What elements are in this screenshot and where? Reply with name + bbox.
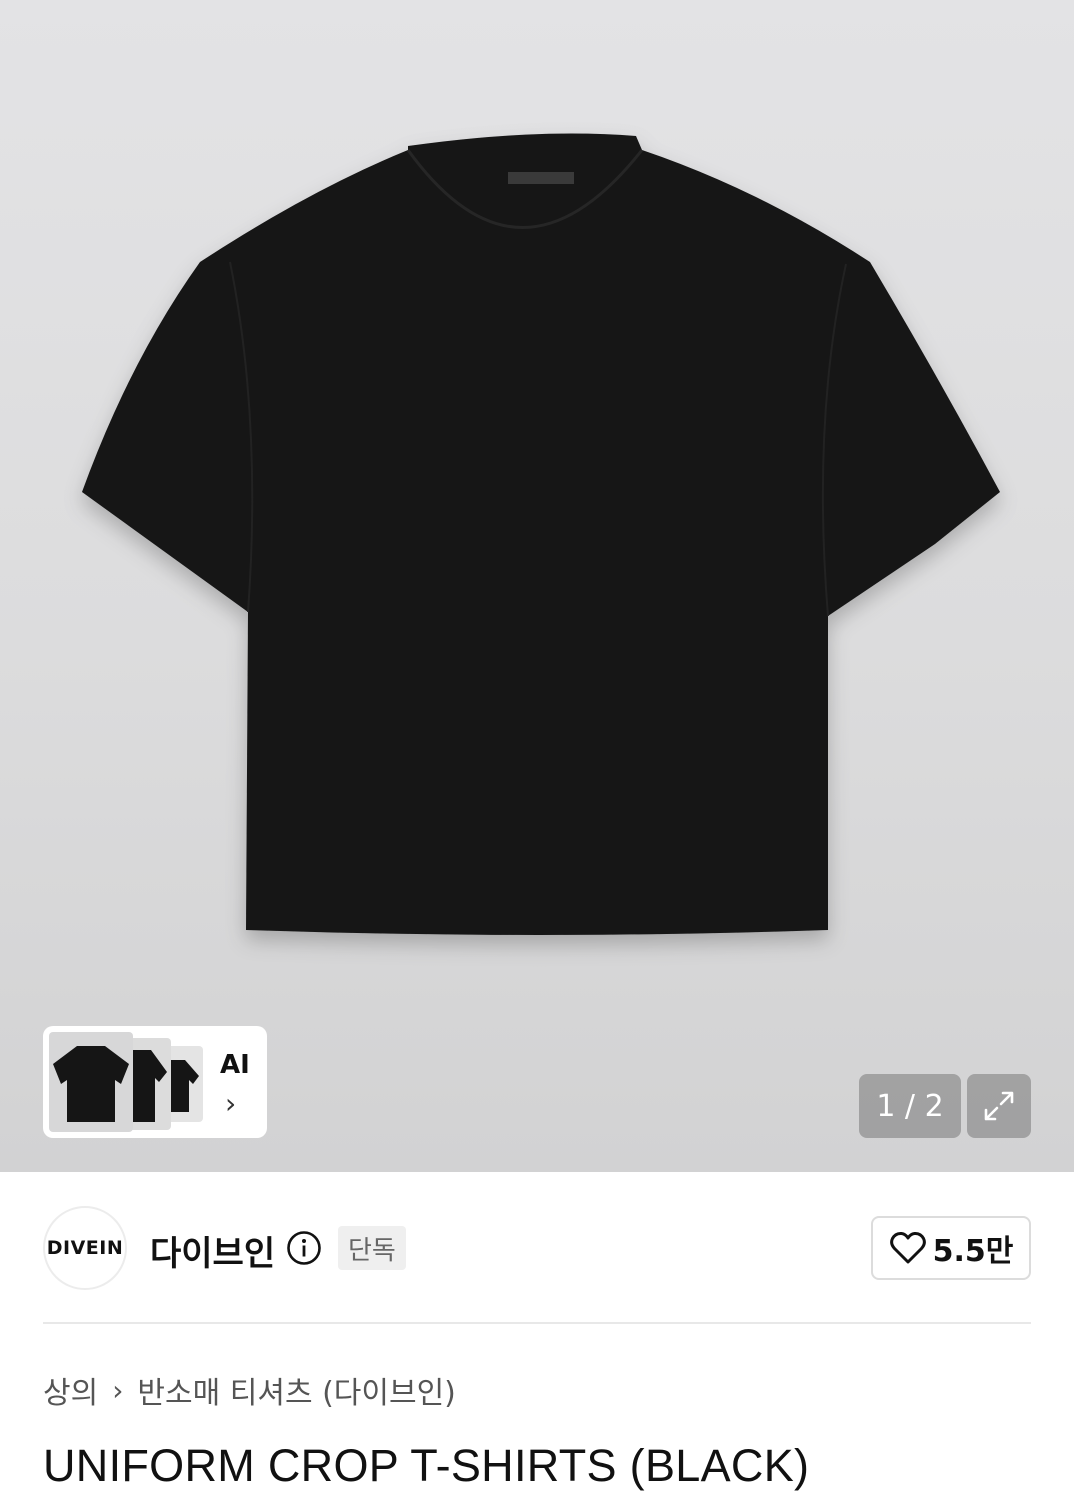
breadcrumb-item-subcategory[interactable]: 반소매 티셔츠 (다이브인) bbox=[137, 1368, 455, 1412]
ai-label[interactable]: AI bbox=[220, 1050, 250, 1080]
like-button[interactable]: 5.5만 bbox=[871, 1216, 1031, 1280]
chevron-right-icon[interactable]: › bbox=[225, 1090, 236, 1118]
breadcrumb: 상의 › 반소매 티셔츠 (다이브인) bbox=[43, 1368, 456, 1412]
like-count: 5.5만 bbox=[932, 1234, 1014, 1269]
exclusive-badge: 단독 bbox=[338, 1226, 406, 1270]
product-gallery[interactable]: AI › 1 / 2 bbox=[0, 0, 1074, 1172]
breadcrumb-item-category[interactable]: 상의 bbox=[43, 1368, 98, 1412]
product-image[interactable] bbox=[0, 0, 1074, 1172]
expand-button[interactable] bbox=[967, 1074, 1031, 1138]
brand-row: DIVEIN 다이브인 단독 5.5만 bbox=[0, 1172, 1074, 1324]
divider bbox=[43, 1322, 1031, 1324]
thumbnail-front[interactable] bbox=[49, 1032, 133, 1132]
expand-arrows-icon bbox=[984, 1091, 1014, 1121]
chevron-right-icon: › bbox=[112, 1373, 124, 1407]
info-circle-icon[interactable] bbox=[286, 1230, 322, 1266]
product-title: UNIFORM CROP T-SHIRTS (BLACK) bbox=[43, 1440, 810, 1491]
brand-logo[interactable]: DIVEIN bbox=[43, 1206, 127, 1290]
page-counter: 1 / 2 bbox=[859, 1074, 961, 1138]
brand-name[interactable]: 다이브인 bbox=[150, 1226, 275, 1275]
heart-outline-icon bbox=[889, 1231, 926, 1264]
ai-thumbnail-strip[interactable]: AI › bbox=[43, 1026, 267, 1138]
